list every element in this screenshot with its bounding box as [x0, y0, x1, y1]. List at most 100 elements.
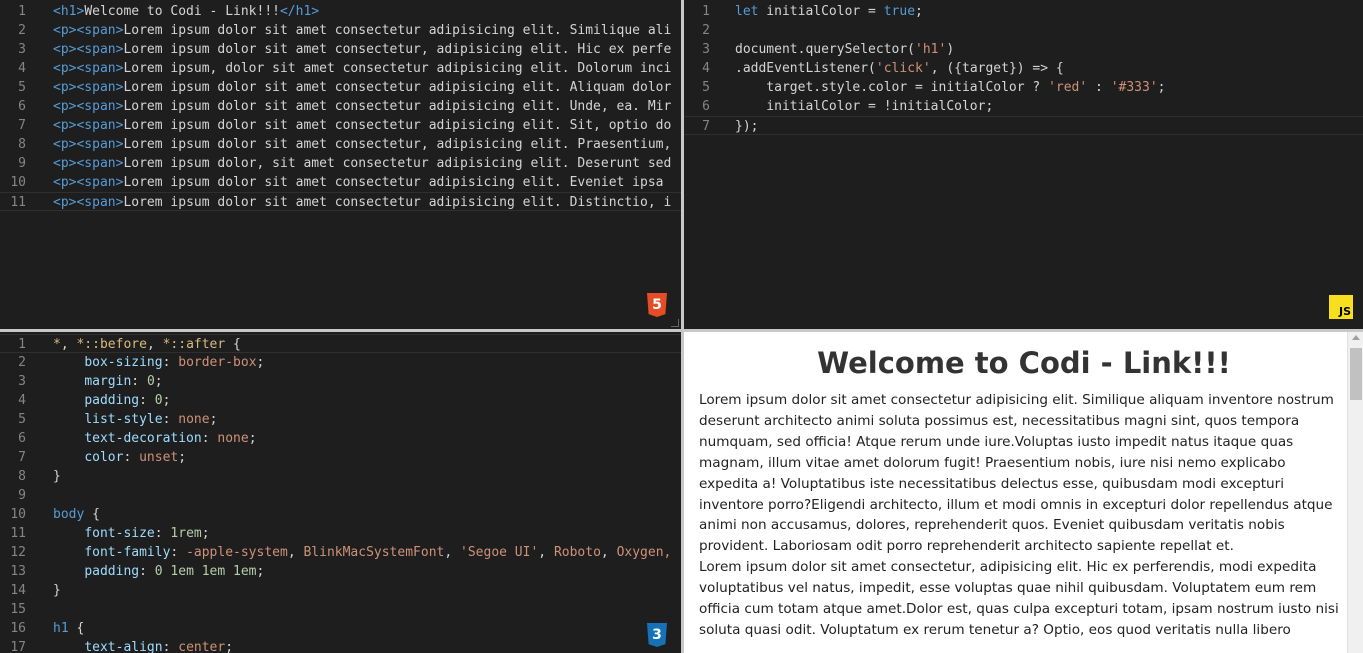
line-text[interactable]: padding: 0 1em 1em 1em; [53, 562, 264, 581]
html-editor-pane[interactable]: 1 <h1>Welcome to Codi - Link!!!</h1> 2 <p><… [0, 0, 681, 329]
html-code-area[interactable]: 1 <h1>Welcome to Codi - Link!!!</h1> 2 <p><… [0, 2, 681, 211]
code-token: { [225, 337, 241, 352]
line-text[interactable]: *, *::before, *::after { [53, 335, 241, 354]
line-text[interactable]: initialColor = !initialColor; [735, 97, 993, 116]
code-line[interactable]: 1 *, *::before, *::after { [0, 334, 681, 353]
code-token: document.querySelector( [735, 42, 916, 57]
line-text[interactable]: <h1>Welcome to Codi - Link!!!</h1> [53, 2, 319, 21]
code-token: 0 1em 1em 1em [154, 564, 257, 579]
code-line[interactable]: 5 target.style.color = initialColor ? 'r… [684, 78, 1363, 97]
line-text[interactable]: .addEventListener('click', ({target}) =>… [735, 59, 1064, 78]
code-line[interactable]: 13 padding: 0 1em 1em 1em; [0, 562, 681, 581]
preview-scrollbar[interactable] [1347, 332, 1363, 653]
code-line[interactable]: 6 <p><span>Lorem ipsum dolor sit amet con… [0, 97, 681, 116]
preview-heading[interactable]: Welcome to Codi - Link!!! [699, 346, 1349, 380]
line-text[interactable]: color: unset; [53, 448, 186, 467]
code-line[interactable]: 2 [684, 21, 1363, 40]
code-line[interactable]: 2 <p><span>Lorem ipsum dolor sit amet con… [0, 21, 681, 40]
line-text[interactable]: target.style.color = initialColor ? 'red… [735, 78, 1166, 97]
resize-grip-icon[interactable] [671, 319, 679, 327]
js-code-area[interactable]: 1 let initialColor = true; 2 3 document.quer… [684, 2, 1363, 135]
code-line[interactable]: 4 <p><span>Lorem ipsum, dolor sit amet co… [0, 59, 681, 78]
scroll-up-arrow-icon[interactable] [1352, 335, 1360, 340]
line-text[interactable]: <p><span>Lorem ipsum dolor sit amet cons… [53, 135, 671, 154]
code-line[interactable]: 3 <p><span>Lorem ipsum dolor sit amet con… [0, 40, 681, 59]
code-token: 0 [146, 374, 155, 389]
line-text[interactable]: <p><span>Lorem ipsum dolor sit amet cons… [53, 193, 671, 212]
code-line[interactable]: 5 list-style: none; [0, 410, 681, 429]
code-line[interactable]: 6 text-decoration: none; [0, 429, 681, 448]
vertical-split-handle[interactable] [681, 0, 684, 653]
line-text[interactable]: <p><span>Lorem ipsum dolor sit amet cons… [53, 97, 671, 116]
line-number: 7 [18, 118, 26, 133]
code-line[interactable]: 3 document.querySelector('h1') [684, 40, 1363, 59]
code-line[interactable]: 1 <h1>Welcome to Codi - Link!!!</h1> [0, 2, 681, 21]
code-token: <p><span> [53, 118, 124, 133]
code-line[interactable]: 2 box-sizing: border-box; [0, 353, 681, 372]
line-text[interactable]: padding: 0; [53, 391, 170, 410]
code-line[interactable]: 4 .addEventListener('click', ({target}) =… [684, 59, 1363, 78]
line-text[interactable]: text-decoration: none; [53, 429, 256, 448]
line-text[interactable]: font-size: 1rem; [53, 524, 209, 543]
line-text[interactable]: h1 { [53, 619, 84, 638]
code-line[interactable]: 11 font-size: 1rem; [0, 524, 681, 543]
html5-badge-label: 5 [652, 297, 662, 313]
code-line[interactable]: 3 margin: 0; [0, 372, 681, 391]
code-token: } [53, 583, 61, 598]
code-line[interactable]: 12 font-family: -apple-system, BlinkMacS… [0, 543, 681, 562]
line-number: 13 [10, 564, 26, 579]
code-line[interactable]: 7 color: unset; [0, 448, 681, 467]
scrollbar-thumb[interactable] [1350, 348, 1362, 400]
code-line[interactable]: 1 let initialColor = true; [684, 2, 1363, 21]
code-line[interactable]: 8} [0, 467, 681, 486]
code-line[interactable]: 8 <p><span>Lorem ipsum dolor sit amet con… [0, 135, 681, 154]
line-text[interactable]: <p><span>Lorem ipsum dolor sit amet cons… [53, 78, 671, 97]
line-text[interactable]: list-style: none; [53, 410, 217, 429]
code-line[interactable]: 15 [0, 600, 681, 619]
line-text[interactable]: body { [53, 505, 100, 524]
line-number: 2 [18, 355, 26, 370]
code-line[interactable]: 9 [0, 486, 681, 505]
horizontal-split-handle[interactable] [0, 329, 1363, 332]
code-line[interactable]: 7 <p><span>Lorem ipsum dolor sit amet con… [0, 116, 681, 135]
line-text[interactable]: <p><span>Lorem ipsum dolor sit amet cons… [53, 21, 671, 40]
code-line[interactable]: 11 <p><span>Lorem ipsum dolor sit amet co… [0, 192, 681, 211]
js-editor-pane[interactable]: 1 let initialColor = true; 2 3 document.quer… [684, 0, 1363, 329]
code-token: ; [1157, 80, 1166, 95]
code-token: *::before [76, 337, 147, 352]
line-text[interactable]: document.querySelector('h1') [735, 40, 954, 59]
line-text[interactable]: <p><span>Lorem ipsum dolor, sit amet con… [53, 154, 671, 173]
code-token: ) [946, 42, 955, 57]
css-editor-pane[interactable]: 1 *, *::before, *::after {2 box-sizing: b… [0, 332, 681, 653]
code-token: }); [735, 119, 759, 134]
line-text[interactable]: <p><span>Lorem ipsum dolor sit amet cons… [53, 40, 671, 59]
code-token: <p><span> [53, 23, 124, 38]
line-text[interactable]: } [53, 581, 61, 600]
code-line[interactable]: 4 padding: 0; [0, 391, 681, 410]
line-number: 4 [18, 61, 26, 76]
code-line[interactable]: 10 <p><span>Lorem ipsum dolor sit amet co… [0, 173, 681, 192]
code-token: ; [915, 4, 923, 19]
code-line[interactable]: 17 text-align: center; [0, 638, 681, 653]
line-text[interactable]: <p><span>Lorem ipsum dolor sit amet cons… [53, 116, 671, 135]
line-text[interactable]: <p><span>Lorem ipsum dolor sit amet cons… [53, 173, 664, 192]
line-text[interactable]: }); [735, 117, 758, 136]
code-line[interactable]: 7}); [684, 116, 1363, 135]
code-token: true [883, 4, 916, 19]
code-line[interactable]: 14} [0, 581, 681, 600]
code-line[interactable]: 5 <p><span>Lorem ipsum dolor sit amet con… [0, 78, 681, 97]
line-text[interactable]: <p><span>Lorem ipsum, dolor sit amet con… [53, 59, 671, 78]
line-text[interactable]: font-family: -apple-system, BlinkMacSyst… [53, 543, 671, 562]
code-line[interactable]: 9 <p><span>Lorem ipsum dolor, sit amet co… [0, 154, 681, 173]
line-text[interactable]: let initialColor = true; [735, 2, 923, 21]
code-line[interactable]: 10 body { [0, 505, 681, 524]
line-text[interactable]: } [53, 467, 61, 486]
css-code-area[interactable]: 1 *, *::before, *::after {2 box-sizing: b… [0, 334, 681, 653]
line-text[interactable]: text-align: center; [53, 638, 233, 653]
line-number: 17 [10, 640, 26, 653]
code-line[interactable]: 16 h1 { [0, 619, 681, 638]
line-text[interactable]: box-sizing: border-box; [53, 353, 264, 372]
preview-pane[interactable]: Welcome to Codi - Link!!! Lorem ipsum do… [684, 332, 1363, 653]
code-line[interactable]: 6 initialColor = !initialColor; [684, 97, 1363, 116]
line-text[interactable]: margin: 0; [53, 372, 162, 391]
